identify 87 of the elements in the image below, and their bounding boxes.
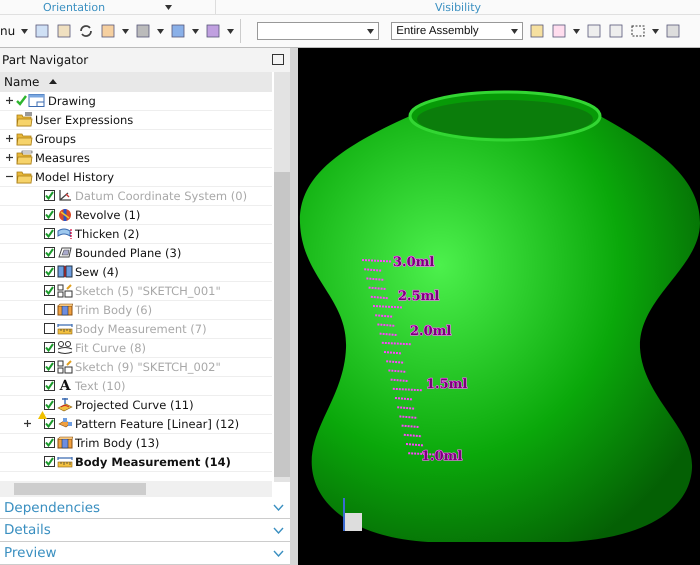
checkbox[interactable]	[44, 399, 55, 410]
checkbox[interactable]	[44, 285, 55, 296]
scale-label: 2.5ml	[398, 289, 440, 304]
tree-item-label[interactable]: Trim Body (13)	[75, 436, 160, 450]
revolve-icon	[57, 207, 73, 222]
group-label: Visibility	[434, 0, 482, 14]
collapsed-panel[interactable]: Details	[0, 519, 290, 542]
fit-curve-icon	[57, 340, 73, 356]
expand-toggle[interactable]	[6, 154, 12, 162]
sew-icon	[57, 264, 73, 280]
ruler-icon	[57, 321, 73, 336]
chevron-icon	[273, 504, 284, 512]
chevron-icon	[273, 526, 284, 534]
text-icon: A	[57, 378, 73, 394]
sketch-icon	[57, 359, 73, 374]
tree-item-label[interactable]: Thicken (2)	[75, 226, 140, 241]
group-label: Orientation	[42, 0, 106, 14]
column-header[interactable]: Name	[4, 74, 40, 89]
caret-icon	[511, 28, 518, 34]
collapsed-panel[interactable]: Preview	[0, 542, 290, 565]
tree-item-label[interactable]: Drawing	[48, 94, 96, 108]
checkbox[interactable]	[44, 437, 55, 448]
drawing-sheet-icon	[16, 93, 46, 108]
scrollbar[interactable]	[274, 72, 290, 482]
projected-curve-icon	[57, 397, 73, 412]
trim-body-icon	[57, 302, 73, 318]
horizontal-scrollbar[interactable]	[0, 480, 272, 497]
thicken-icon	[57, 226, 73, 242]
checkbox[interactable]	[44, 190, 55, 202]
filter-dropdown[interactable]	[257, 22, 380, 40]
ruler-icon	[57, 454, 73, 470]
caret-icon[interactable]	[192, 28, 200, 34]
axes-icon	[57, 188, 73, 204]
caret-icon[interactable]	[227, 28, 234, 34]
checkbox[interactable]	[44, 209, 55, 220]
scale-label: 2.0ml	[410, 324, 452, 339]
folder-icon	[16, 131, 33, 146]
caret-icon[interactable]	[122, 28, 130, 34]
checkbox[interactable]	[44, 266, 55, 278]
checkbox[interactable]	[44, 247, 55, 258]
checkbox[interactable]	[44, 323, 55, 334]
checkbox[interactable]	[44, 456, 55, 468]
tree-item-label[interactable]: Model History	[35, 170, 114, 184]
sort-icon	[49, 79, 58, 84]
3d-viewport[interactable]: 3.0ml 2.5ml 2.0ml 1.5ml 1.0ml	[298, 48, 700, 565]
tree-item-label[interactable]: Bounded Plane (3)	[75, 246, 182, 260]
collapsed-panel[interactable]: Dependencies	[0, 496, 290, 520]
scope-dropdown[interactable]: Entire Assembly	[391, 22, 524, 40]
navigator-title: Part Navigator	[2, 52, 88, 67]
caret-icon	[367, 28, 374, 34]
checkbox[interactable]	[44, 228, 55, 240]
chevron-icon	[273, 550, 284, 557]
expand-toggle[interactable]	[6, 135, 12, 142]
tree-item-label[interactable]: Sew (4)	[75, 264, 119, 279]
tree-item-label[interactable]: Groups	[35, 132, 76, 146]
tree-item-label[interactable]: User Expressions	[35, 112, 134, 127]
folder-icon	[16, 112, 33, 128]
axis-triad-icon	[343, 498, 362, 531]
expand-toggle[interactable]	[6, 97, 12, 104]
checkbox[interactable]	[44, 380, 55, 392]
sketch-icon	[57, 283, 73, 298]
maximize-icon[interactable]	[272, 54, 284, 66]
tree-item-label[interactable]: Projected Curve (11)	[75, 398, 194, 412]
checkbox[interactable]	[44, 418, 55, 430]
checkbox[interactable]	[44, 304, 55, 316]
caret-icon[interactable]	[157, 28, 164, 34]
caret-icon[interactable]	[573, 28, 580, 34]
scale-label: 1.5ml	[426, 377, 468, 392]
expand-toggle[interactable]	[24, 420, 30, 428]
menu-button[interactable]: nu	[0, 24, 16, 38]
caret-icon[interactable]	[652, 28, 660, 34]
plane-icon	[57, 245, 73, 260]
tree-item-label[interactable]: Measures	[35, 150, 90, 165]
selection-box-icon[interactable]	[630, 23, 646, 39]
scale-label: 3.0ml	[393, 255, 434, 270]
trim-body-icon	[57, 435, 73, 450]
checkbox[interactable]	[44, 342, 55, 354]
tree-item-label[interactable]: Pattern Feature [Linear] (12)	[75, 416, 240, 431]
scale-label: 1.0ml	[421, 449, 462, 464]
folder-icon	[16, 150, 33, 166]
folder-icon	[16, 169, 33, 184]
tree-item-label[interactable]: Revolve (1)	[75, 208, 140, 222]
refresh-icon[interactable]	[78, 23, 94, 39]
tree-item-label[interactable]: Body Measurement (14)	[75, 454, 231, 469]
checkbox[interactable]	[44, 361, 55, 372]
caret-icon[interactable]	[21, 28, 28, 34]
caret-icon[interactable]	[165, 4, 172, 10]
